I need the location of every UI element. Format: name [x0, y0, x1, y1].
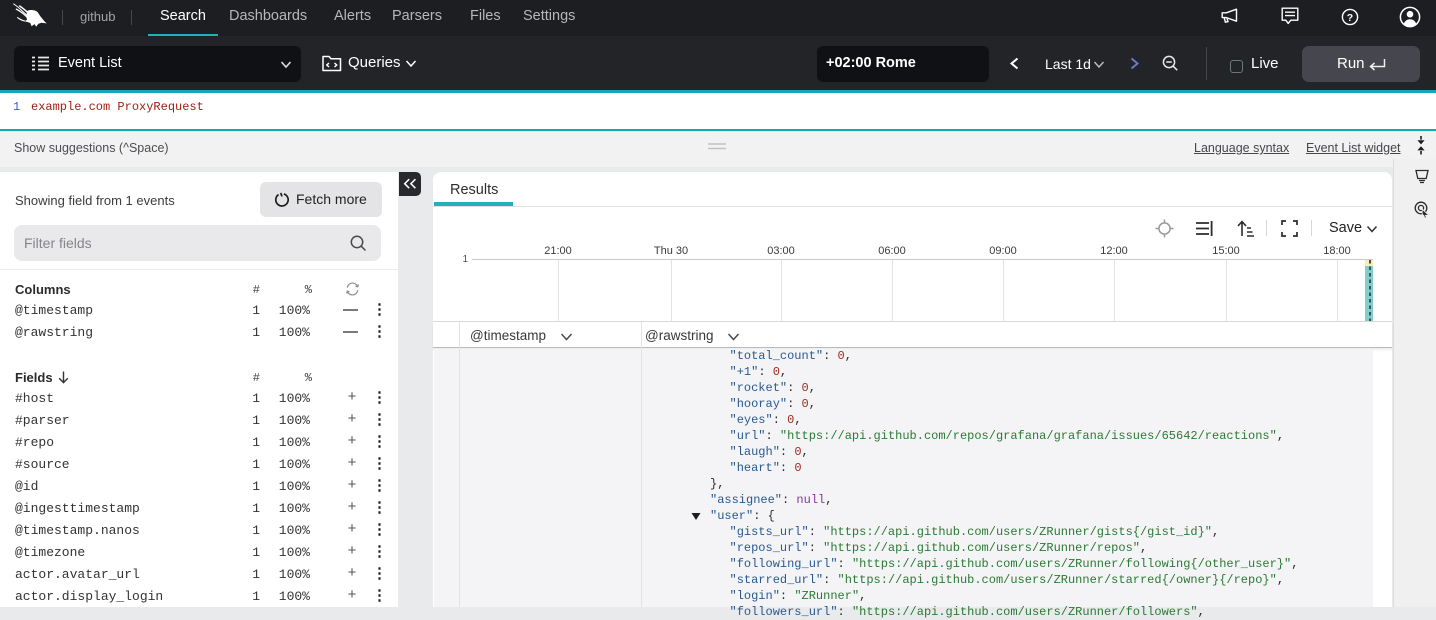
svg-text:?: ?	[1347, 12, 1353, 24]
